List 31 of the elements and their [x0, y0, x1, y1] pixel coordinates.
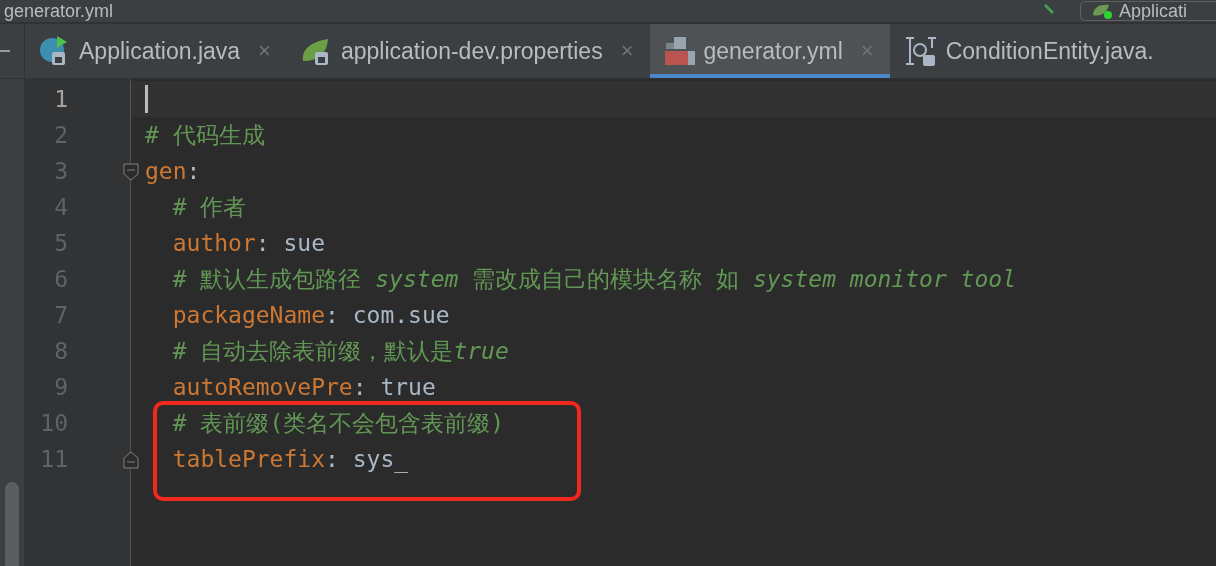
yaml-key: packageName [145, 302, 325, 328]
spring-leaf-icon [1091, 3, 1113, 19]
colon: : [352, 374, 368, 400]
fold-collapse-icon[interactable] [123, 163, 139, 181]
yaml-key: author [145, 230, 256, 256]
run-config-button[interactable]: Applicati [1080, 1, 1216, 21]
code-comment: # 代码生成 [145, 120, 265, 150]
yaml-value: sys_ [352, 446, 409, 472]
editor-tab[interactable]: ConditionEntity.java. [889, 24, 1170, 78]
yaml-key: tablePrefix [145, 446, 325, 472]
line-number: 1 [54, 85, 68, 114]
code-comment: # 默认生成包路径 system 需改成自己的模块名称 如 system monitor tool [171, 264, 1016, 294]
code-comment: # 作者 [171, 192, 247, 222]
colon: : [255, 230, 271, 256]
editor-tab[interactable]: application-dev.properties × [286, 24, 650, 78]
bracket-lock-icon [903, 34, 938, 68]
yaml-value: com.sue [352, 302, 450, 328]
yaml-value: sue [283, 230, 326, 256]
yaml-file-icon [663, 35, 696, 67]
scrollbar-thumb[interactable] [5, 482, 19, 566]
colon: : [186, 158, 201, 184]
colon: : [325, 446, 340, 472]
yaml-key: autoRemovePre [145, 374, 353, 400]
code-comment: # 表前缀(类名不会包含表前缀) [171, 408, 505, 438]
yaml-value: true [380, 374, 436, 400]
editor-tab[interactable]: generator.yml × [649, 24, 890, 78]
colon: : [325, 302, 340, 328]
code-comment: # 自动去除表前缀，默认是true [171, 336, 509, 366]
yaml-key: gen [145, 158, 187, 184]
window-title: generator.yml [4, 1, 115, 21]
editor-tab[interactable]: Application.java × [25, 24, 287, 78]
